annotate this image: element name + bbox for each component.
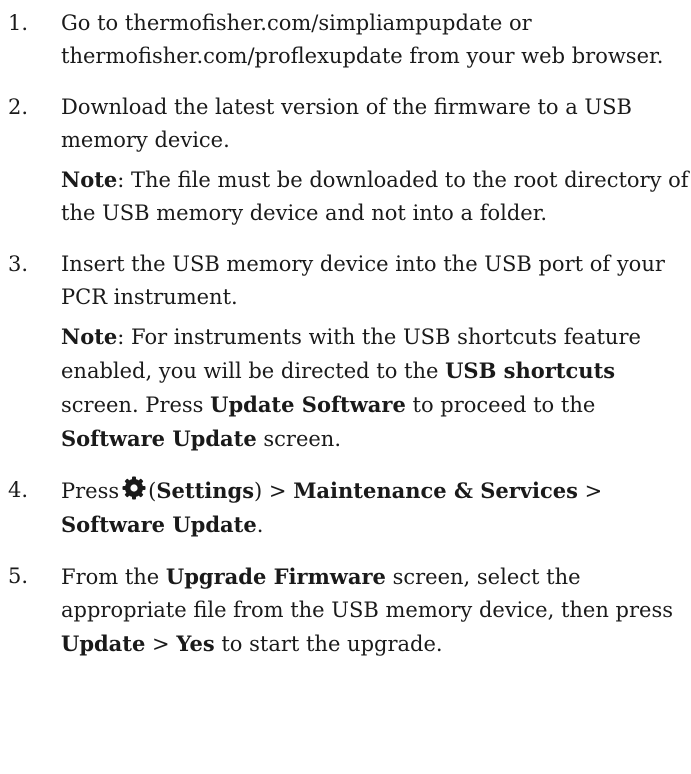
step-text: From the Upgrade Firmware screen, select… (61, 560, 691, 661)
step-number: 4. (8, 478, 29, 502)
step-number: 5. (8, 564, 29, 588)
step-1: 1. Go to thermofisher.com/simpliampupdat… (0, 7, 691, 73)
usb-shortcuts-label: USB shortcuts (445, 358, 616, 383)
step-5: 5. From the Upgrade Firmware screen, sel… (0, 560, 691, 661)
note-text: screen. (256, 427, 341, 451)
note-label: Note (61, 324, 118, 349)
step-number: 1. (8, 11, 29, 35)
note-text: screen. Press (61, 393, 211, 417)
maintenance-services-label: Maintenance & Services (293, 478, 578, 503)
step-text: Go to thermofisher.com/simpliampupdate o… (61, 11, 664, 68)
software-update-label: Software Update (61, 426, 257, 451)
step-text-part: From the (61, 565, 166, 589)
step-note: Note: For instruments with the USB short… (61, 320, 691, 456)
software-update-label: Software Update (61, 512, 257, 537)
separator: > (145, 632, 177, 656)
note-label: Note (61, 167, 118, 192)
step-text: Insert the USB memory device into the US… (61, 252, 665, 309)
separator: > (577, 479, 603, 503)
step-2: 2. Download the latest version of the fi… (0, 91, 691, 230)
step-text-part: to start the upgrade. (214, 632, 443, 656)
document-page: 1. Go to thermofisher.com/simpliampupdat… (0, 0, 691, 774)
procedure-steps: 1. Go to thermofisher.com/simpliampupdat… (0, 7, 691, 679)
step-note: Note: The file must be downloaded to the… (61, 163, 691, 230)
press-text: Press (61, 479, 120, 503)
note-text: to proceed to the (405, 393, 596, 417)
step-4: 4. Press (Settings) > Maintenance & Serv… (0, 474, 691, 542)
settings-gear-icon (122, 476, 146, 500)
update-label: Update (61, 631, 146, 656)
upgrade-firmware-label: Upgrade Firmware (165, 564, 386, 589)
settings-label: Settings (156, 478, 255, 503)
separator: ) > (254, 479, 294, 503)
step-3: 3. Insert the USB memory device into the… (0, 248, 691, 456)
step-number: 3. (8, 252, 29, 276)
yes-label: Yes (176, 631, 215, 656)
update-software-label: Update Software (210, 392, 406, 417)
period: . (256, 513, 264, 537)
step-text: Press (Settings) > Maintenance & Service… (61, 474, 691, 542)
step-number: 2. (8, 95, 29, 119)
note-text: : The file must be downloaded to the roo… (61, 168, 689, 225)
step-text: Download the latest version of the firmw… (61, 95, 632, 152)
